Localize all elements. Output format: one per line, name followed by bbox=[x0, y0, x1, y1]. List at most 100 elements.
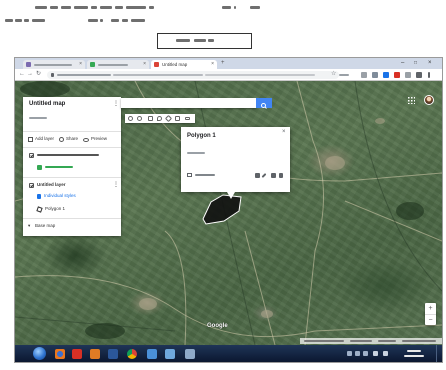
volume-icon[interactable] bbox=[383, 351, 388, 356]
attribution-text bbox=[402, 340, 436, 342]
area-ruler-icon bbox=[187, 173, 192, 177]
add-layer-button[interactable]: Add layer bbox=[35, 136, 54, 142]
search-icon bbox=[261, 103, 267, 109]
layer-visibility-checkbox[interactable] bbox=[29, 153, 34, 158]
layer-name[interactable]: Untitled layer bbox=[37, 182, 66, 188]
close-window-button[interactable]: × bbox=[428, 58, 432, 68]
divider bbox=[23, 218, 121, 219]
tab-untitled-map[interactable]: Untitled map × bbox=[151, 60, 217, 69]
zoom-control: + − bbox=[425, 303, 436, 325]
satellite-map[interactable]: Untitled map ⋮ Add layer Share Preview U… bbox=[15, 81, 442, 345]
base-map-toggle[interactable]: Base map bbox=[35, 223, 55, 229]
search-button[interactable] bbox=[256, 98, 272, 109]
map-side-panel: Untitled map ⋮ Add layer Share Preview U… bbox=[23, 97, 121, 236]
minimize-button[interactable]: – bbox=[401, 58, 404, 68]
tab-2[interactable]: × bbox=[87, 60, 149, 69]
tab-bar: × × Untitled map × + – □ × bbox=[15, 58, 442, 69]
draw-line-icon[interactable] bbox=[164, 114, 173, 123]
tab-1[interactable]: × bbox=[23, 60, 85, 69]
zoom-in-button[interactable]: + bbox=[425, 303, 436, 314]
select-hand-icon[interactable] bbox=[148, 116, 153, 121]
add-marker-icon[interactable] bbox=[157, 116, 162, 121]
layer-1-link[interactable] bbox=[45, 166, 73, 168]
app-icon[interactable] bbox=[185, 349, 195, 359]
app-icon[interactable] bbox=[165, 349, 175, 359]
zoom-out-button[interactable]: − bbox=[425, 314, 436, 326]
import-icon bbox=[37, 165, 42, 170]
url-field[interactable] bbox=[47, 71, 339, 79]
tray-icon[interactable] bbox=[347, 351, 352, 356]
extension-icon[interactable] bbox=[372, 72, 378, 78]
tab-label: Untitled map bbox=[162, 62, 188, 67]
map-search-input[interactable] bbox=[121, 98, 256, 108]
edit-pencil-icon[interactable] bbox=[261, 173, 267, 178]
feature-list-item[interactable]: Polygon 1 bbox=[45, 206, 65, 212]
panel-options-kebab-icon[interactable]: ⋮ bbox=[113, 101, 119, 107]
extension-icon[interactable] bbox=[361, 72, 367, 78]
undo-icon[interactable] bbox=[128, 116, 133, 121]
clock-date bbox=[404, 355, 424, 357]
popup-description bbox=[187, 152, 205, 154]
tray-icon[interactable] bbox=[355, 351, 360, 356]
popup-close-icon[interactable]: × bbox=[282, 129, 286, 135]
map-title[interactable]: Untitled map bbox=[29, 101, 65, 107]
pdf-reader-icon[interactable] bbox=[72, 349, 82, 359]
user-avatar[interactable] bbox=[424, 95, 434, 105]
address-toolbar: ← → ↻ ☆ bbox=[15, 69, 442, 81]
base-map-expand-icon[interactable]: ▾ bbox=[28, 223, 30, 229]
windows-taskbar bbox=[15, 345, 442, 362]
reload-button[interactable]: ↻ bbox=[36, 69, 41, 80]
new-tab-button[interactable]: + bbox=[221, 58, 225, 68]
tray-icon[interactable] bbox=[363, 351, 368, 356]
my-maps-favicon-icon bbox=[154, 62, 159, 67]
popup-title: Polygon 1 bbox=[187, 133, 216, 139]
browser-menu-icon[interactable] bbox=[428, 72, 430, 78]
add-directions-icon[interactable] bbox=[175, 116, 180, 121]
bookmark-star-icon[interactable]: ☆ bbox=[331, 69, 336, 80]
add-photo-icon[interactable] bbox=[271, 173, 276, 178]
add-layer-icon bbox=[28, 137, 33, 142]
layer-visibility-checkbox[interactable] bbox=[29, 183, 34, 188]
word-icon[interactable] bbox=[108, 349, 118, 359]
back-button[interactable]: ← bbox=[19, 69, 25, 80]
chrome-icon[interactable] bbox=[127, 349, 137, 359]
url-text bbox=[205, 74, 315, 76]
popup-pointer bbox=[227, 192, 235, 199]
divider bbox=[23, 131, 121, 132]
attribution-text bbox=[304, 340, 344, 342]
media-player-icon[interactable] bbox=[90, 349, 100, 359]
layer-options-kebab-icon[interactable]: ⋮ bbox=[113, 182, 119, 188]
panel-actions: Add layer Share Preview bbox=[28, 136, 116, 144]
tab-close-icon[interactable]: × bbox=[79, 60, 82, 69]
measure-ruler-icon[interactable] bbox=[185, 117, 190, 120]
tab-2-label bbox=[98, 64, 128, 66]
forward-button[interactable]: → bbox=[27, 69, 33, 80]
profile-icon[interactable] bbox=[416, 72, 422, 78]
extension-icon[interactable] bbox=[394, 72, 400, 78]
extension-icon[interactable] bbox=[383, 72, 389, 78]
document-boxed-text bbox=[157, 33, 252, 49]
attribution-text bbox=[350, 340, 372, 342]
browser-screenshot: × × Untitled map × + – □ × ← → ↻ ☆ Untit… bbox=[14, 57, 443, 363]
apps-grid-icon[interactable] bbox=[408, 97, 415, 104]
paint-style-icon[interactable] bbox=[255, 173, 260, 178]
polygon-icon bbox=[36, 206, 43, 213]
share-button[interactable]: Share bbox=[66, 136, 78, 142]
preview-button[interactable]: Preview bbox=[91, 136, 107, 142]
extension-icon[interactable] bbox=[405, 72, 411, 78]
redo-icon[interactable] bbox=[137, 116, 142, 121]
folder-icon[interactable] bbox=[147, 349, 157, 359]
tab-1-label bbox=[34, 64, 72, 66]
site-favicon-icon bbox=[26, 62, 31, 67]
preview-eye-icon bbox=[83, 138, 89, 142]
tab-close-icon[interactable]: × bbox=[143, 60, 146, 69]
windows-start-icon[interactable] bbox=[33, 347, 46, 360]
network-icon[interactable] bbox=[373, 351, 378, 356]
delete-trash-icon[interactable] bbox=[279, 173, 283, 178]
maximize-button[interactable]: □ bbox=[414, 58, 417, 68]
layer-1-name[interactable] bbox=[37, 154, 99, 156]
firefox-icon[interactable] bbox=[55, 349, 65, 359]
show-desktop-button[interactable] bbox=[436, 345, 440, 362]
individual-styles-link[interactable]: Individual styles bbox=[44, 193, 76, 199]
tab-close-icon[interactable]: × bbox=[211, 60, 214, 69]
